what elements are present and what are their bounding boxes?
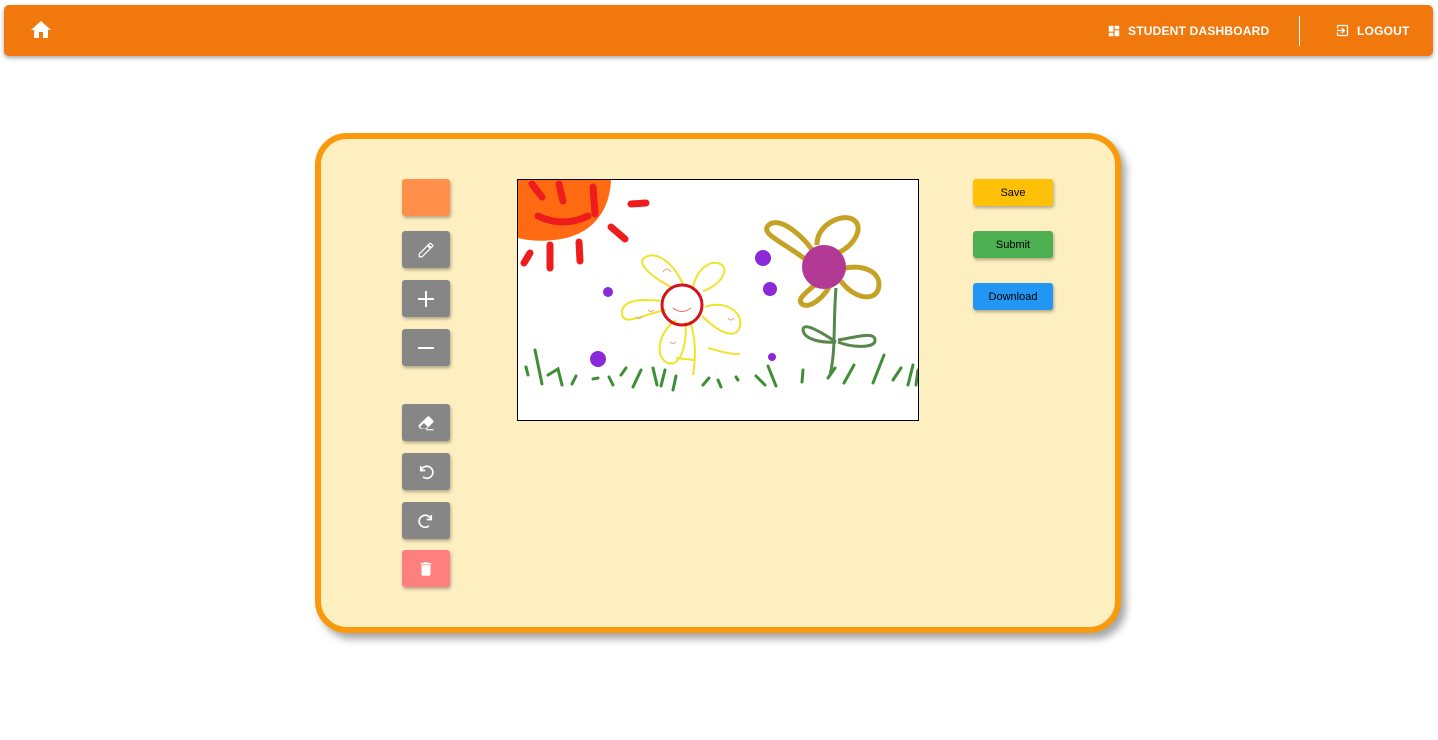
trash-icon	[420, 561, 432, 576]
undo-icon	[419, 464, 434, 479]
yellow-flower	[621, 254, 742, 376]
undo-button[interactable]	[402, 453, 450, 490]
nav-divider	[1299, 16, 1300, 46]
home-icon	[31, 21, 51, 38]
plus-icon	[418, 290, 434, 307]
home-button[interactable]	[29, 18, 53, 42]
save-button[interactable]: Save	[973, 179, 1053, 206]
eraser-icon	[418, 415, 434, 430]
save-label: Save	[1000, 186, 1026, 199]
download-label: Download	[988, 290, 1038, 303]
redo-icon	[418, 513, 433, 528]
yellow-flower-center	[660, 283, 704, 327]
logout-icon	[1336, 24, 1349, 37]
redo-button[interactable]	[402, 502, 450, 539]
pencil-button[interactable]	[402, 231, 450, 268]
submit-button[interactable]: Submit	[973, 231, 1053, 258]
dashboard-icon	[1108, 25, 1120, 36]
student-dashboard-label: STUDENT DASHBOARD	[1128, 23, 1270, 38]
submit-label: Submit	[995, 238, 1031, 251]
grass	[524, 348, 918, 392]
eraser-button[interactable]	[402, 404, 450, 441]
color-picker-button[interactable]	[402, 179, 450, 216]
logout-label: LOGOUT	[1357, 23, 1410, 38]
clear-canvas-button[interactable]	[402, 550, 450, 587]
minus-icon	[418, 346, 434, 349]
logout-link[interactable]: LOGOUT	[1335, 5, 1410, 56]
pencil-icon	[418, 242, 434, 257]
decrease-brush-button[interactable]	[402, 329, 450, 366]
canvas-drawing	[518, 180, 918, 392]
top-app-bar: STUDENT DASHBOARD LOGOUT	[4, 5, 1433, 56]
student-dashboard-link[interactable]: STUDENT DASHBOARD	[1107, 5, 1269, 56]
drawing-canvas[interactable]	[517, 179, 919, 421]
increase-brush-button[interactable]	[402, 280, 450, 317]
download-button[interactable]: Download	[973, 283, 1053, 310]
gold-flower-center	[802, 245, 846, 289]
